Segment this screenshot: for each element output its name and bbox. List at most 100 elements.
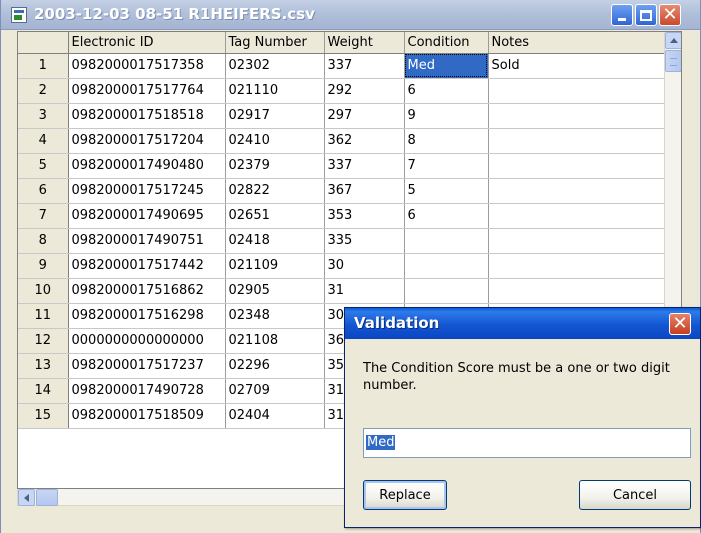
row-header[interactable]: 5 [18,153,69,179]
column-header-notes[interactable]: Notes [488,32,667,54]
cell-electronic-id[interactable]: 0982000017517245 [68,178,226,204]
cell-condition[interactable]: 5 [404,178,489,204]
cell-electronic-id[interactable]: 0982000017490480 [68,153,226,179]
cell-weight[interactable]: 337 [324,53,405,79]
column-header-condition[interactable]: Condition [404,32,489,54]
cell-electronic-id[interactable]: 0982000017490728 [68,378,226,404]
cell-condition[interactable] [404,228,489,254]
cancel-button[interactable]: Cancel [579,480,691,510]
cell-weight[interactable]: 30 [324,253,405,279]
cell-notes[interactable] [488,178,667,204]
cell-notes[interactable] [488,203,667,229]
row-header[interactable]: 11 [18,303,69,329]
cell-notes[interactable] [488,278,667,304]
cell-electronic-id[interactable]: 0000000000000000 [68,328,226,354]
table-row[interactable]: 10 0982000017516862 02905 31 [18,278,667,304]
cell-weight[interactable]: 292 [324,78,405,104]
table-row[interactable]: 4 0982000017517204 02410 362 8 [18,128,667,154]
horizontal-scroll-thumb[interactable] [36,489,58,506]
cell-electronic-id[interactable]: 0982000017518509 [68,403,226,429]
row-header[interactable]: 6 [18,178,69,204]
cell-tag-number[interactable]: 02709 [225,378,325,404]
cell-condition[interactable]: 6 [404,78,489,104]
cell-notes[interactable] [488,253,667,279]
table-row[interactable]: 8 0982000017490751 02418 335 [18,228,667,254]
scroll-up-button[interactable] [665,32,681,49]
cell-condition[interactable] [404,253,489,279]
cell-condition[interactable]: 8 [404,128,489,154]
cell-notes[interactable] [488,228,667,254]
replacement-value-input[interactable]: Med [363,428,691,458]
cell-tag-number[interactable]: 02302 [225,53,325,79]
row-header[interactable]: 9 [18,253,69,279]
cell-notes[interactable] [488,128,667,154]
table-row[interactable]: 3 0982000017518518 02917 297 9 [18,103,667,129]
minimize-button[interactable] [611,4,633,26]
row-header[interactable]: 14 [18,378,69,404]
cell-weight[interactable]: 337 [324,153,405,179]
table-row[interactable]: 7 0982000017490695 02651 353 6 [18,203,667,229]
cell-weight[interactable]: 297 [324,103,405,129]
table-row[interactable]: 9 0982000017517442 021109 30 [18,253,667,279]
cell-weight[interactable]: 367 [324,178,405,204]
cell-electronic-id[interactable]: 0982000017517204 [68,128,226,154]
cell-tag-number[interactable]: 02296 [225,353,325,379]
maximize-button[interactable] [635,4,657,26]
cell-weight[interactable]: 353 [324,203,405,229]
row-header[interactable]: 2 [18,78,69,104]
cell-electronic-id[interactable]: 0982000017517764 [68,78,226,104]
row-header[interactable]: 12 [18,328,69,354]
replace-button[interactable]: Replace [363,480,447,510]
cell-notes[interactable]: Sold [488,53,667,79]
cell-electronic-id[interactable]: 0982000017516298 [68,303,226,329]
vertical-scroll-thumb[interactable] [665,50,681,72]
row-header[interactable]: 4 [18,128,69,154]
table-row[interactable]: 5 0982000017490480 02379 337 7 [18,153,667,179]
scroll-left-button[interactable] [18,489,35,506]
cell-tag-number[interactable]: 02348 [225,303,325,329]
column-header-weight[interactable]: Weight [324,32,405,54]
cell-condition[interactable]: Med [404,53,489,79]
column-header-tag-number[interactable]: Tag Number [225,32,325,54]
row-header[interactable]: 3 [18,103,69,129]
cell-tag-number[interactable]: 021110 [225,78,325,104]
cell-condition[interactable]: 9 [404,103,489,129]
cell-electronic-id[interactable]: 0982000017517358 [68,53,226,79]
cell-tag-number[interactable]: 02917 [225,103,325,129]
cell-tag-number[interactable]: 021109 [225,253,325,279]
cell-tag-number[interactable]: 02404 [225,403,325,429]
table-row[interactable]: 1 0982000017517358 02302 337 Med Sold [18,53,667,79]
row-header[interactable]: 8 [18,228,69,254]
close-button[interactable]: ✕ [659,4,681,26]
cell-condition[interactable] [404,278,489,304]
cell-notes[interactable] [488,153,667,179]
cell-tag-number[interactable]: 02822 [225,178,325,204]
row-header[interactable]: 13 [18,353,69,379]
dialog-titlebar[interactable]: Validation ✕ [345,308,700,339]
cell-weight[interactable]: 335 [324,228,405,254]
cell-notes[interactable] [488,103,667,129]
cell-electronic-id[interactable]: 0982000017490695 [68,203,226,229]
cell-notes[interactable] [488,78,667,104]
cell-tag-number[interactable]: 021108 [225,328,325,354]
table-row[interactable]: 6 0982000017517245 02822 367 5 [18,178,667,204]
cell-tag-number[interactable]: 02379 [225,153,325,179]
grid-corner[interactable] [18,32,69,54]
cell-tag-number[interactable]: 02905 [225,278,325,304]
row-header[interactable]: 7 [18,203,69,229]
cell-condition[interactable]: 7 [404,153,489,179]
table-row[interactable]: 2 0982000017517764 021110 292 6 [18,78,667,104]
cell-electronic-id[interactable]: 0982000017517442 [68,253,226,279]
cell-electronic-id[interactable]: 0982000017517237 [68,353,226,379]
cell-tag-number[interactable]: 02651 [225,203,325,229]
cell-weight[interactable]: 31 [324,278,405,304]
row-header[interactable]: 15 [18,403,69,429]
cell-weight[interactable]: 362 [324,128,405,154]
dialog-close-button[interactable]: ✕ [669,313,691,335]
window-titlebar[interactable]: 2003-12-03 08-51 R1HEIFERS.csv ✕ [1,0,700,30]
cell-electronic-id[interactable]: 0982000017518518 [68,103,226,129]
cell-electronic-id[interactable]: 0982000017516862 [68,278,226,304]
row-header[interactable]: 10 [18,278,69,304]
row-header[interactable]: 1 [18,53,69,79]
cell-tag-number[interactable]: 02418 [225,228,325,254]
